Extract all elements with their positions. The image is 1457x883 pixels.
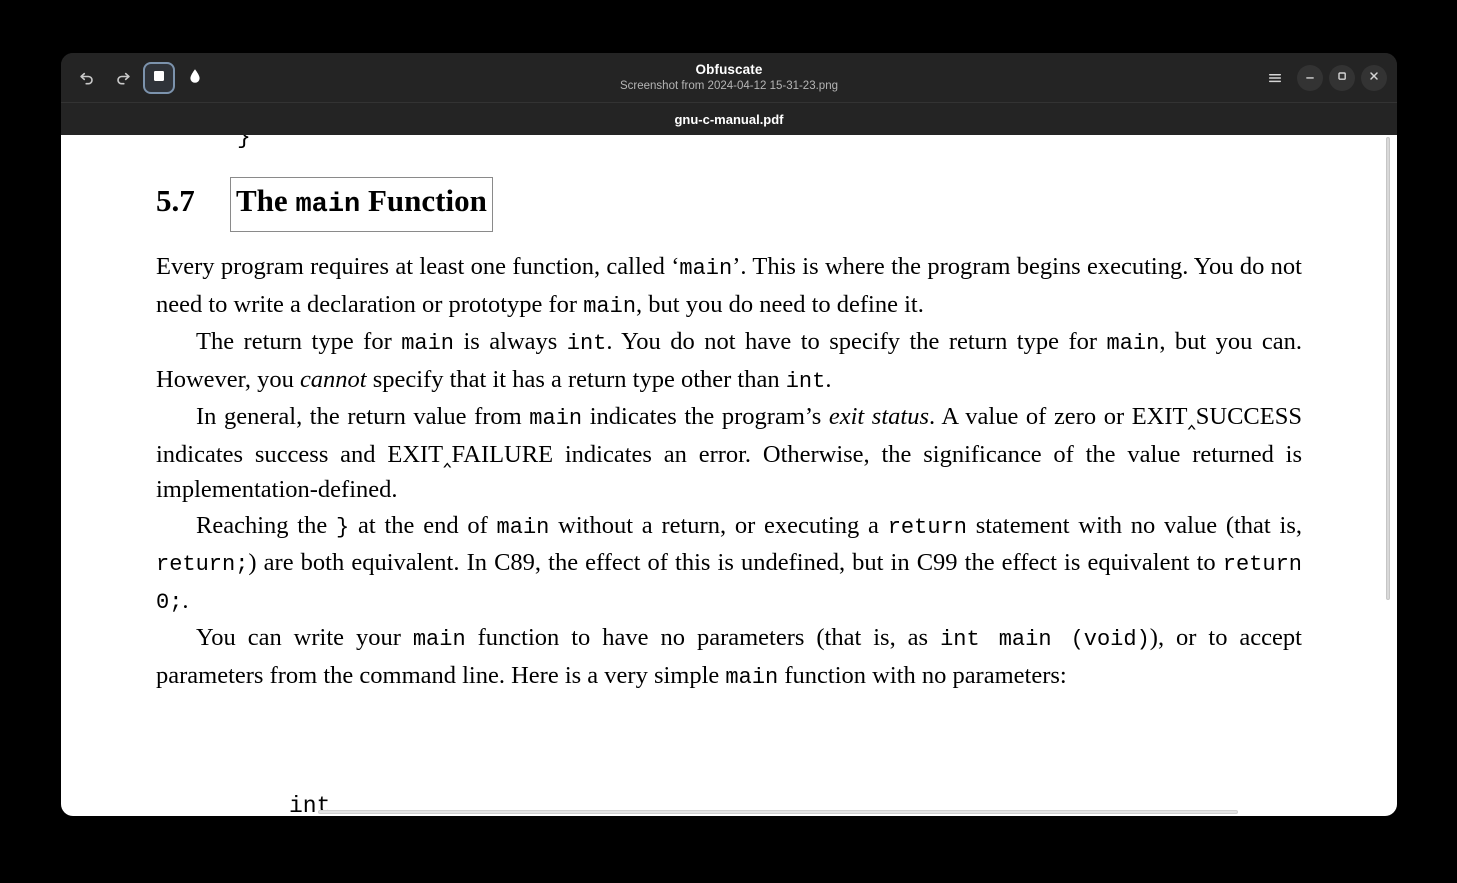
section-title-code: main: [295, 190, 361, 220]
box-tool-button[interactable]: [143, 61, 175, 94]
previous-code-brace: }: [237, 135, 251, 150]
body-text: , but you do need to define it.: [636, 290, 924, 318]
titlebar: Obfuscate Screenshot from 2024-04-12 15-…: [61, 53, 1397, 102]
paragraph-p3: In general, the return value from main i…: [156, 399, 1302, 508]
body-text: statement with no value (that is,: [966, 511, 1302, 539]
redo-button[interactable]: [107, 62, 139, 94]
paragraph-p2: The return type for main is always int. …: [156, 324, 1302, 399]
blur-tool-button[interactable]: [179, 62, 211, 94]
inline-code: main: [529, 406, 583, 431]
inline-code: }: [336, 514, 350, 540]
undo-icon: [78, 69, 96, 87]
inline-code: int: [785, 368, 826, 394]
body-text: at the end of: [349, 511, 497, 539]
inline-code: main: [679, 256, 733, 281]
paragraph-container: Every program requires at least one func…: [156, 249, 1302, 695]
paragraph-p4: Reaching the } at the end of main withou…: [156, 508, 1302, 621]
minimize-icon: [1303, 69, 1317, 86]
horizontal-scrollbar-thumb[interactable]: [318, 810, 1238, 814]
inline-code: main: [583, 293, 637, 319]
filled-square-icon: [151, 68, 167, 87]
body-text: . You do not have to specify the return …: [606, 328, 1107, 355]
section-number: 5.7: [156, 183, 195, 218]
body-text: Reaching the: [196, 511, 337, 539]
maximize-button[interactable]: [1329, 64, 1355, 91]
obfuscate-window: Obfuscate Screenshot from 2024-04-12 15-…: [61, 53, 1397, 816]
inline-code: main: [412, 627, 466, 652]
close-button[interactable]: [1361, 64, 1387, 91]
document-name-bar: gnu-c-manual.pdf: [61, 102, 1397, 135]
body-text: In general, the return value from: [196, 403, 530, 430]
body-text: You can write your: [196, 624, 413, 651]
paragraph-p1: Every program requires at least one func…: [156, 249, 1302, 324]
inline-code: main: [1106, 331, 1160, 356]
window-title-block: Obfuscate Screenshot from 2024-04-12 15-…: [61, 53, 1397, 102]
undo-button[interactable]: [71, 62, 103, 94]
inline-code: int: [566, 331, 607, 356]
redo-icon: [114, 69, 132, 87]
body-text: is always: [454, 328, 567, 355]
selection-rectangle[interactable]: The main Function: [230, 177, 493, 232]
body-text: ) are both equivalent. In C89, the effec…: [248, 549, 1223, 576]
inline-code: main: [725, 664, 779, 690]
toolbar-left: [71, 61, 211, 94]
body-text: Every program requires at least one func…: [156, 253, 680, 280]
inline-code: int main (void): [940, 627, 1150, 652]
window-controls: [1259, 62, 1387, 94]
screen: Obfuscate Screenshot from 2024-04-12 15-…: [0, 0, 1457, 883]
maximize-icon: [1335, 69, 1349, 86]
vertical-scrollbar-track[interactable]: [1386, 135, 1394, 816]
emphasis-text: exit status: [828, 403, 929, 430]
body-text: .: [182, 586, 189, 614]
section-heading: 5.7 The main Function: [156, 177, 1302, 232]
inline-code: return;: [156, 552, 249, 577]
body-text: The return type for: [196, 328, 402, 355]
body-text: specify that it has a return type other …: [366, 365, 786, 393]
main-menu-button[interactable]: [1259, 62, 1291, 94]
body-text: without a return, or executing a: [549, 511, 888, 539]
inline-code: main: [496, 514, 550, 540]
hamburger-icon: [1266, 69, 1284, 87]
minimize-button[interactable]: [1297, 64, 1323, 91]
body-text: function with no parameters:: [778, 661, 1067, 689]
body-text: .: [825, 365, 832, 393]
close-icon: [1367, 69, 1381, 86]
body-text: indicates the program’s: [582, 403, 829, 430]
window-subtitle: Screenshot from 2024-04-12 15-31-23.png: [619, 79, 838, 92]
vertical-scrollbar-thumb[interactable]: [1386, 137, 1390, 600]
section-title-text-part2: Function: [360, 183, 487, 218]
paragraph-p5: You can write your main function to have…: [156, 620, 1302, 695]
section-title-text-part1: The: [236, 183, 296, 218]
window-title: Obfuscate: [695, 61, 763, 77]
pdf-page: } 5.7 The main Function Every program re…: [61, 135, 1397, 816]
document-canvas[interactable]: } 5.7 The main Function Every program re…: [61, 135, 1397, 816]
emphasis-text: cannot: [299, 365, 367, 393]
body-text: function to have no parameters (that is,…: [465, 624, 941, 651]
inline-code: return: [887, 514, 967, 540]
inline-code: main: [401, 331, 455, 356]
document-filename: gnu-c-manual.pdf: [674, 111, 784, 127]
droplet-icon: [187, 67, 203, 88]
